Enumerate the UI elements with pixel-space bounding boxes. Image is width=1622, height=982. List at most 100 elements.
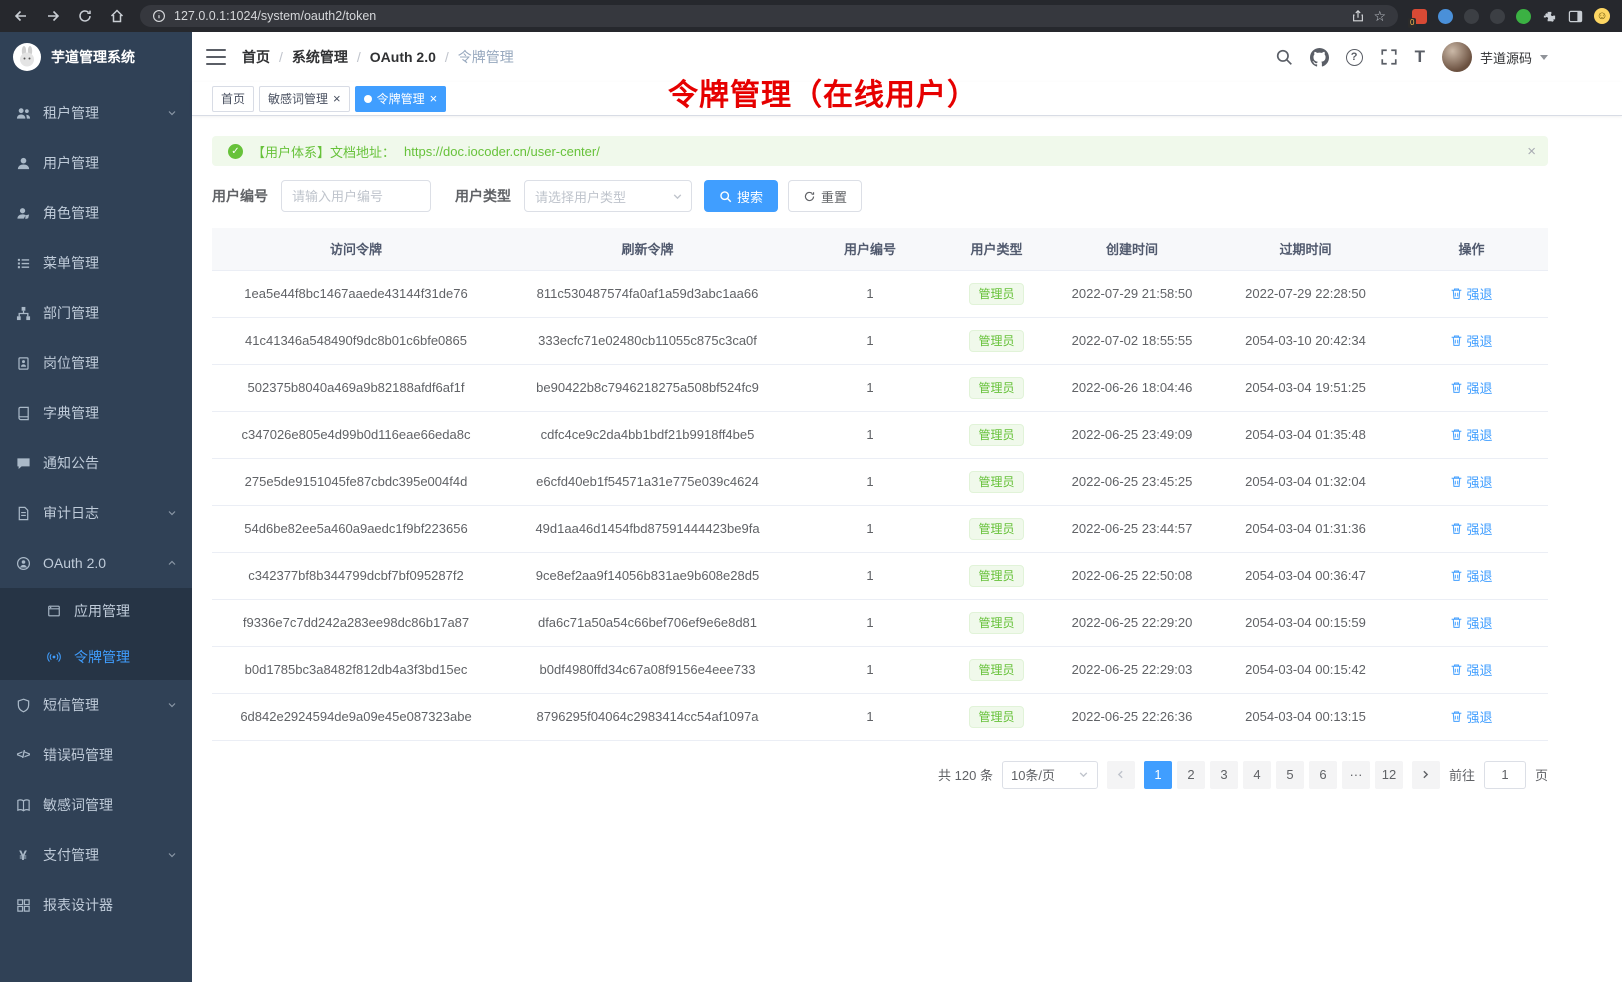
action-cell: 强退 bbox=[1395, 317, 1548, 364]
sidebar-item-audit-log[interactable]: 审计日志 bbox=[0, 488, 192, 538]
search-button[interactable]: 搜索 bbox=[704, 180, 778, 212]
sidebar-item-report-designer[interactable]: 报表设计器 bbox=[0, 880, 192, 930]
share-icon[interactable] bbox=[1351, 9, 1365, 23]
sidebar-item-user[interactable]: 用户管理 bbox=[0, 138, 192, 188]
sidebar-item-post[interactable]: 岗位管理 bbox=[0, 338, 192, 388]
force-logout-button[interactable]: 强退 bbox=[1450, 331, 1492, 350]
force-logout-button[interactable]: 强退 bbox=[1450, 707, 1492, 726]
sidebar-item-role[interactable]: 角色管理 bbox=[0, 188, 192, 238]
help-icon[interactable]: ? bbox=[1346, 49, 1363, 66]
extensions-puzzle-icon[interactable] bbox=[1542, 9, 1557, 24]
chevron-down-icon bbox=[672, 191, 683, 202]
sidebar-item-oauth[interactable]: OAuth 2.0 bbox=[0, 538, 192, 588]
extension-red-icon[interactable]: 0 bbox=[1412, 9, 1427, 24]
doc-link[interactable]: https://doc.iocoder.cn/user-center/ bbox=[404, 144, 600, 159]
force-logout-button[interactable]: 强退 bbox=[1450, 660, 1492, 679]
force-logout-button[interactable]: 强退 bbox=[1450, 472, 1492, 491]
tab-token[interactable]: 令牌管理 × bbox=[355, 86, 447, 112]
browser-extensions: 0 ☺ bbox=[1412, 8, 1610, 24]
force-logout-button[interactable]: 强退 bbox=[1450, 519, 1492, 538]
close-icon[interactable]: × bbox=[430, 92, 438, 105]
sidebar-item-dept[interactable]: 部门管理 bbox=[0, 288, 192, 338]
expire-time-cell: 2054-03-04 00:36:47 bbox=[1216, 552, 1395, 599]
page-button[interactable]: 3 bbox=[1210, 761, 1238, 789]
address-bar[interactable]: 127.0.0.1:1024/system/oauth2/token ☆ bbox=[140, 5, 1398, 27]
sidebar-item-tenant[interactable]: 租户管理 bbox=[0, 88, 192, 138]
browser-chrome: 127.0.0.1:1024/system/oauth2/token ☆ 0 ☺ bbox=[0, 0, 1622, 32]
chevron-left-icon bbox=[1115, 769, 1126, 780]
header-search-icon[interactable] bbox=[1275, 48, 1293, 66]
page-button[interactable]: 1 bbox=[1144, 761, 1172, 789]
sidebar-item-dict[interactable]: 字典管理 bbox=[0, 388, 192, 438]
tags-view-bar: 首页 敏感词管理 × 令牌管理 × bbox=[192, 82, 1622, 116]
sidebar-item-sms[interactable]: 短信管理 bbox=[0, 680, 192, 730]
app-logo[interactable]: 芋道管理系统 bbox=[0, 32, 192, 82]
home-button[interactable] bbox=[108, 7, 126, 25]
user-id-cell: 1 bbox=[795, 364, 945, 411]
page-button[interactable]: 6 bbox=[1309, 761, 1337, 789]
goto-page-input[interactable] bbox=[1484, 761, 1526, 789]
expire-time-cell: 2054-03-04 00:15:59 bbox=[1216, 599, 1395, 646]
font-size-icon[interactable]: T bbox=[1415, 47, 1425, 67]
user-type-cell: 管理员 bbox=[945, 458, 1048, 505]
page-button[interactable]: 2 bbox=[1177, 761, 1205, 789]
extension-green-icon[interactable] bbox=[1516, 9, 1531, 24]
user-menu[interactable]: 芋道源码 bbox=[1442, 42, 1548, 72]
sidebar-item-oauth-apps[interactable]: 应用管理 bbox=[0, 588, 192, 634]
url-text: 127.0.0.1:1024/system/oauth2/token bbox=[174, 9, 1343, 23]
back-button[interactable] bbox=[12, 7, 30, 25]
prev-page-button[interactable] bbox=[1107, 761, 1135, 789]
force-logout-button[interactable]: 强退 bbox=[1450, 566, 1492, 585]
breadcrumb-home[interactable]: 首页 bbox=[242, 47, 270, 67]
github-icon[interactable] bbox=[1310, 48, 1329, 67]
sidebar-item-sensitive-word[interactable]: 敏感词管理 bbox=[0, 780, 192, 830]
site-info-icon[interactable] bbox=[152, 9, 166, 23]
page-button[interactable]: ··· bbox=[1342, 761, 1370, 789]
reload-button[interactable] bbox=[76, 7, 94, 25]
sidebar-toggle-button[interactable] bbox=[206, 49, 226, 65]
force-logout-button[interactable]: 强退 bbox=[1450, 284, 1492, 303]
column-header-refresh-token: 刷新令牌 bbox=[500, 228, 795, 270]
tab-home[interactable]: 首页 bbox=[212, 86, 254, 112]
chevron-right-icon bbox=[1420, 769, 1431, 780]
extension-blue-icon[interactable] bbox=[1438, 9, 1453, 24]
user-id-cell: 1 bbox=[795, 458, 945, 505]
fullscreen-icon[interactable] bbox=[1380, 48, 1398, 66]
refresh-token-cell: 49d1aa46d1454fbd87591444423be9fa bbox=[500, 505, 795, 552]
breadcrumb-system[interactable]: 系统管理 bbox=[292, 47, 348, 67]
page-button[interactable]: 5 bbox=[1276, 761, 1304, 789]
page-button[interactable]: 12 bbox=[1375, 761, 1403, 789]
chevron-down-icon bbox=[167, 508, 177, 518]
next-page-button[interactable] bbox=[1412, 761, 1440, 789]
breadcrumb-oauth[interactable]: OAuth 2.0 bbox=[370, 49, 436, 65]
user-type-select[interactable]: 请选择用户类型 bbox=[524, 180, 692, 212]
force-logout-button[interactable]: 强退 bbox=[1450, 613, 1492, 632]
alert-close-icon[interactable]: × bbox=[1527, 143, 1536, 160]
broadcast-token-icon bbox=[46, 649, 62, 665]
close-icon[interactable]: × bbox=[333, 92, 341, 105]
side-panel-icon[interactable] bbox=[1568, 9, 1583, 24]
user-id-cell: 1 bbox=[795, 646, 945, 693]
profile-avatar-icon[interactable]: ☺ bbox=[1594, 8, 1610, 24]
reset-button[interactable]: 重置 bbox=[788, 180, 862, 212]
bookmark-star-icon[interactable]: ☆ bbox=[1373, 8, 1386, 25]
sidebar-item-error-code[interactable]: </> 错误码管理 bbox=[0, 730, 192, 780]
force-logout-button[interactable]: 强退 bbox=[1450, 378, 1492, 397]
breadcrumb-current: 令牌管理 bbox=[458, 47, 514, 67]
extension-dark-icon-2[interactable] bbox=[1490, 9, 1505, 24]
refresh-token-cell: 333ecfc71e02480cb11055c875c3ca0f bbox=[500, 317, 795, 364]
delete-icon bbox=[1450, 569, 1463, 582]
sidebar-item-menu[interactable]: 菜单管理 bbox=[0, 238, 192, 288]
tab-sensitive-word[interactable]: 敏感词管理 × bbox=[259, 86, 350, 112]
page-size-select[interactable]: 10条/页 bbox=[1002, 761, 1098, 789]
delete-icon bbox=[1450, 381, 1463, 394]
sidebar-item-oauth-token[interactable]: 令牌管理 bbox=[0, 634, 192, 680]
extension-dark-icon-1[interactable] bbox=[1464, 9, 1479, 24]
force-logout-button[interactable]: 强退 bbox=[1450, 425, 1492, 444]
sidebar-item-notice[interactable]: 通知公告 bbox=[0, 438, 192, 488]
page-button[interactable]: 4 bbox=[1243, 761, 1271, 789]
user-id-input[interactable] bbox=[281, 180, 431, 212]
forward-button[interactable] bbox=[44, 7, 62, 25]
user-type-cell: 管理员 bbox=[945, 552, 1048, 599]
sidebar-item-payment[interactable]: ¥ 支付管理 bbox=[0, 830, 192, 880]
